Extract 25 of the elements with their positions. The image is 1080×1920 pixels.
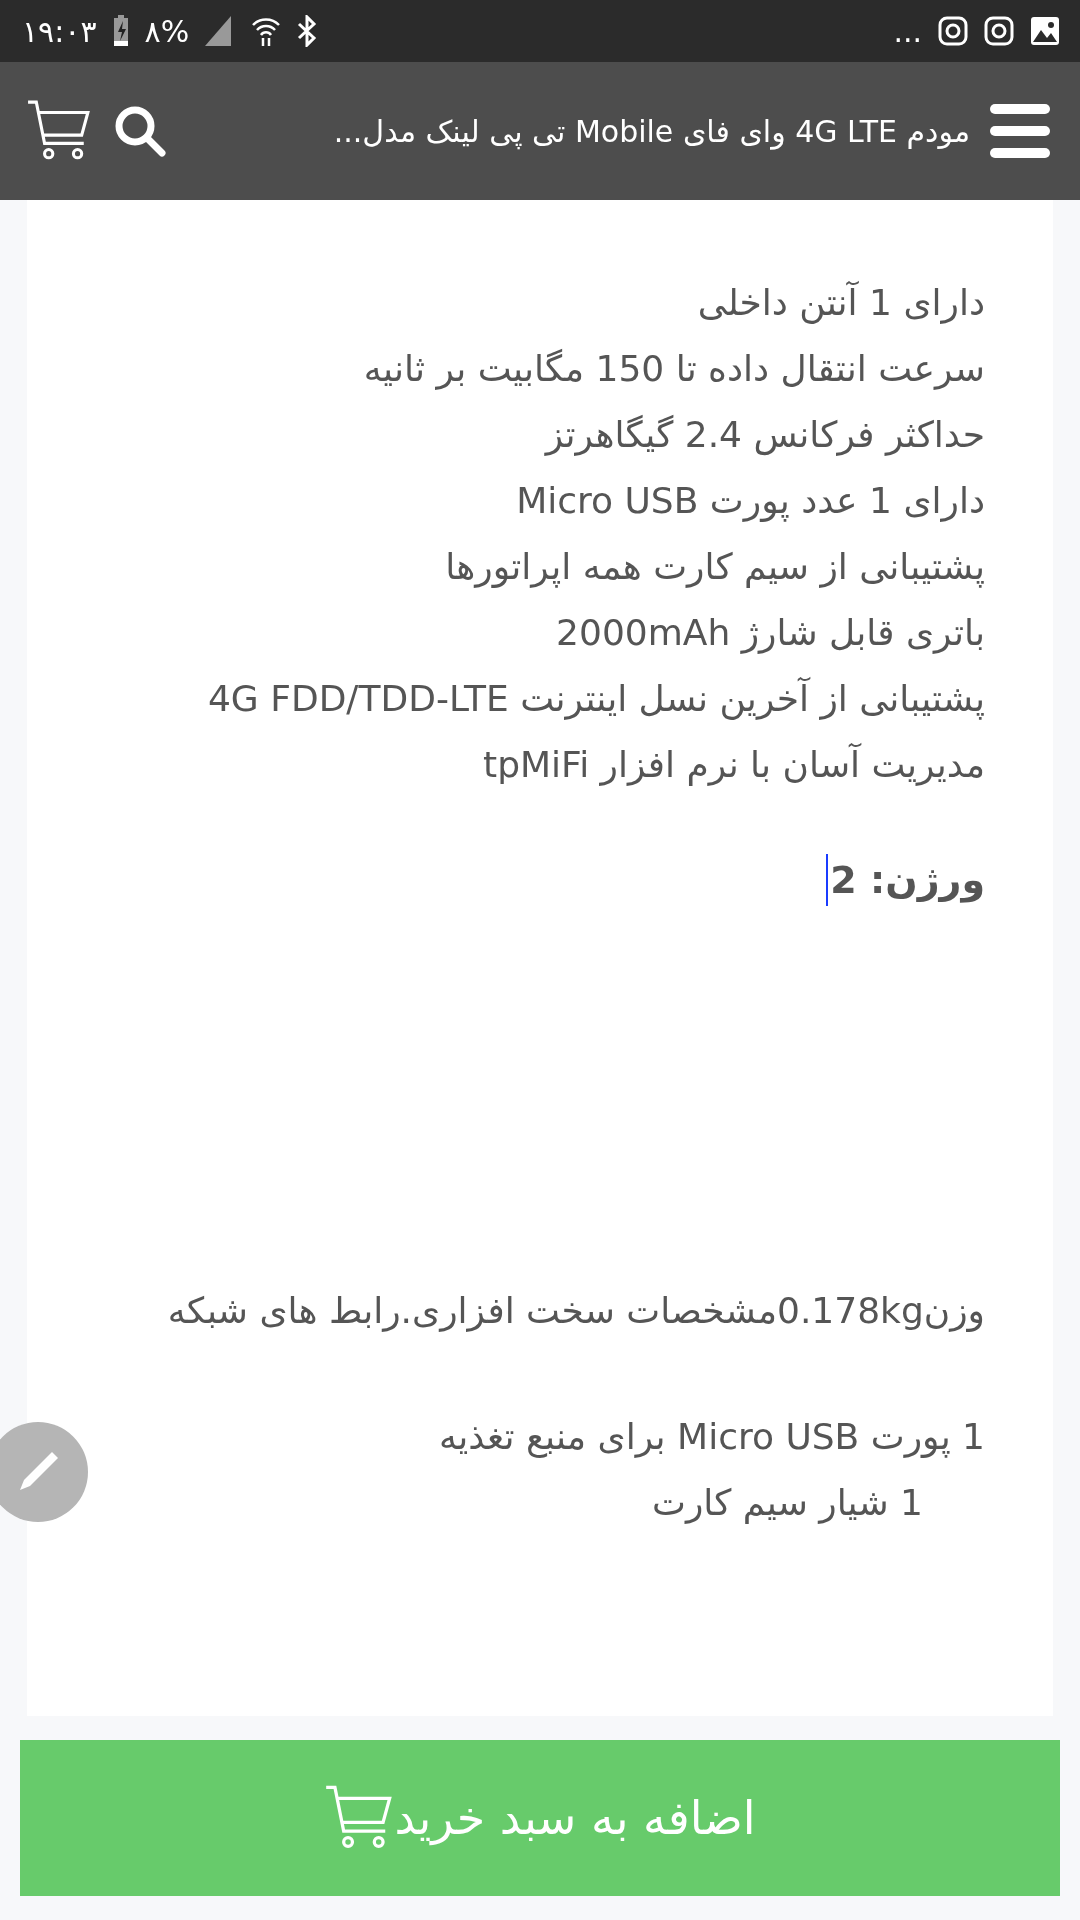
port-line: 1 شیار سیم کارت	[651, 1481, 924, 1526]
battery-icon	[112, 15, 129, 47]
specs-text: وزن0.178kgمشخصات سخت افزاری.رابط های شبکه	[166, 1289, 985, 1334]
page-title: مودم 4G LTE وای فای Mobile تی پی لینک مدل...	[332, 113, 970, 149]
wifi-icon	[251, 16, 282, 46]
feature-line: مدیریت آسان با نرم افزار tpMiFi	[482, 742, 985, 788]
camera-icon	[938, 16, 968, 46]
version-text: ورژن: 2	[830, 858, 985, 902]
feature-line: سرعت انتقال داده تا 150 مگابیت بر ثانیه	[362, 347, 985, 392]
feature-line: دارای 1 آنتن داخلی	[696, 280, 985, 326]
feature-line: پشتیبانی از سیم کارت همه اپراتورها	[444, 545, 985, 590]
feature-line: پشتیبانی از آخرین نسل اینترنت 4G FDD/TDD-LTE	[206, 676, 985, 722]
text-cursor	[826, 854, 829, 906]
feature-line: حداکثر فرکانس 2.4 گیگاهرتز	[543, 413, 985, 458]
clock: ۱۹:۰۳	[22, 13, 97, 49]
port-line: 1 پورت Micro USB برای منبع تغذیه	[437, 1415, 985, 1460]
add-to-cart-button[interactable]: اضافه به سبد خرید	[20, 1740, 1060, 1896]
feature-line: باتری قابل شارژ 2000mAh	[555, 611, 985, 656]
menu-icon[interactable]	[990, 104, 1050, 158]
more-notifications: ...	[893, 13, 922, 49]
image-icon	[1030, 16, 1060, 46]
bluetooth-icon	[297, 15, 318, 47]
battery-level: ۸%	[144, 13, 190, 49]
feature-line: دارای 1 عدد پورت Micro USB	[515, 479, 985, 524]
camera-icon	[984, 16, 1014, 46]
